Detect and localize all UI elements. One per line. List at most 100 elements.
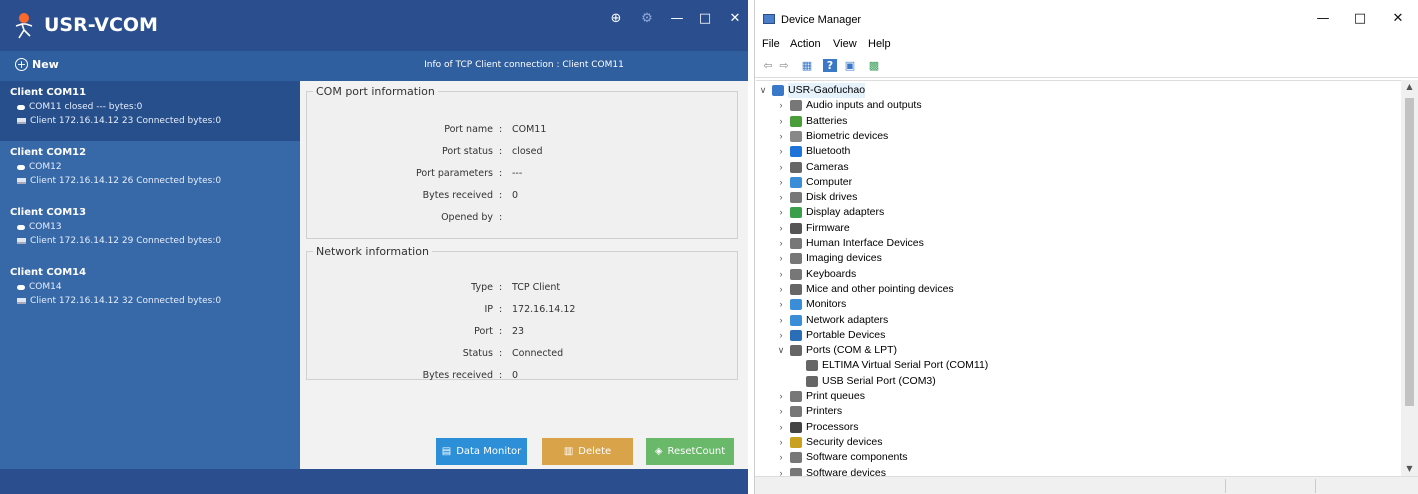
tree-node[interactable]: › Software components xyxy=(776,450,908,465)
reset-count-label: ResetCount xyxy=(667,446,726,457)
connection-port-line[interactable]: COM14 xyxy=(10,280,300,294)
tree-node-label: Imaging devices xyxy=(806,252,882,265)
dm-vertical-scrollbar[interactable]: ▲ ▼ xyxy=(1401,80,1418,476)
chevron-right-icon[interactable]: › xyxy=(776,236,786,251)
view-icon[interactable]: ▣ xyxy=(843,59,857,72)
scrollbar-thumb[interactable] xyxy=(1405,98,1414,406)
connection-net-line[interactable]: Client 172.16.14.12 29 Connected bytes:0 xyxy=(10,234,300,248)
menu-view[interactable]: View xyxy=(833,38,857,50)
chevron-right-icon[interactable]: › xyxy=(776,205,786,220)
tree-node[interactable]: › Portable Devices xyxy=(776,328,885,343)
connection-item-com14[interactable]: Client COM14 COM14 Client 172.16.14.12 3… xyxy=(0,261,300,321)
network-icon xyxy=(17,298,26,304)
connection-port-line[interactable]: COM12 xyxy=(10,160,300,174)
chevron-right-icon[interactable]: › xyxy=(776,175,786,190)
new-button[interactable]: + New xyxy=(15,58,59,71)
chevron-right-icon[interactable]: › xyxy=(776,297,786,312)
connection-port-line[interactable]: COM11 closed --- bytes:0 xyxy=(10,100,300,114)
tree-node[interactable]: › Human Interface Devices xyxy=(776,236,924,251)
tree-node[interactable]: › Disk drives xyxy=(776,190,857,205)
scan-hardware-icon[interactable]: ▩ xyxy=(867,59,881,72)
close-button[interactable]: ✕ xyxy=(722,8,748,30)
network-icon xyxy=(17,118,26,124)
tree-child-node[interactable]: ELTIMA Virtual Serial Port (COM11) xyxy=(806,358,988,373)
dm-minimize-button[interactable]: — xyxy=(1308,8,1338,30)
tree-node[interactable]: › Bluetooth xyxy=(776,144,850,159)
chevron-right-icon[interactable]: › xyxy=(776,98,786,113)
dm-maximize-button[interactable]: □ xyxy=(1345,8,1375,30)
camera-icon xyxy=(790,161,802,173)
scroll-up-icon[interactable]: ▲ xyxy=(1401,80,1418,94)
connection-net-line[interactable]: Client 172.16.14.12 23 Connected bytes:0 xyxy=(10,114,300,128)
menu-file[interactable]: File xyxy=(762,38,780,50)
tree-node[interactable]: › Software devices xyxy=(776,466,886,477)
chevron-right-icon[interactable]: › xyxy=(776,328,786,343)
tree-node-label: Display adapters xyxy=(806,206,885,219)
tree-node[interactable]: › Security devices xyxy=(776,435,882,450)
chevron-right-icon[interactable]: › xyxy=(776,404,786,419)
forward-arrow-icon[interactable]: ⇨ xyxy=(777,59,791,72)
tree-node[interactable]: › Mice and other pointing devices xyxy=(776,282,954,297)
tree-node[interactable]: › Display adapters xyxy=(776,205,884,220)
vcom-title-bar: USR-VCOM ⊕ ⚙ — □ ✕ xyxy=(0,0,748,51)
chevron-right-icon[interactable]: › xyxy=(776,435,786,450)
chevron-right-icon[interactable]: › xyxy=(776,221,786,236)
tree-node-label: Human Interface Devices xyxy=(806,237,924,249)
tree-node[interactable]: › Audio inputs and outputs xyxy=(776,98,922,113)
chevron-right-icon[interactable]: › xyxy=(776,282,786,297)
delete-button[interactable]: ▥ Delete xyxy=(542,438,633,465)
chevron-down-icon[interactable]: ∨ xyxy=(776,343,786,358)
info-key: Port name xyxy=(444,124,493,135)
tree-node[interactable]: › Processors xyxy=(776,420,859,435)
tree-node[interactable]: › Computer xyxy=(776,175,852,190)
reset-count-button[interactable]: ◈ ResetCount xyxy=(646,438,734,465)
chevron-right-icon[interactable]: › xyxy=(776,114,786,129)
back-arrow-icon[interactable]: ⇦ xyxy=(761,59,775,72)
tree-node[interactable]: › Firmware xyxy=(776,221,850,236)
tree-node[interactable]: › Monitors xyxy=(776,297,846,312)
scroll-down-icon[interactable]: ▼ xyxy=(1401,462,1418,476)
connection-item-com11[interactable]: Client COM11 COM11 closed --- bytes:0 Cl… xyxy=(0,81,300,141)
connection-item-com12[interactable]: Client COM12 COM12 Client 172.16.14.12 2… xyxy=(0,141,300,201)
dm-close-button[interactable]: ✕ xyxy=(1383,8,1413,30)
tree-node[interactable]: › Printers xyxy=(776,404,842,419)
tree-node[interactable]: › Biometric devices xyxy=(776,129,888,144)
globe-icon[interactable]: ⊕ xyxy=(603,8,629,30)
chevron-right-icon[interactable]: › xyxy=(776,160,786,175)
tree-node[interactable]: ∨ Ports (COM & LPT) xyxy=(776,343,897,358)
menu-action[interactable]: Action xyxy=(790,38,821,50)
chevron-down-icon[interactable]: ∨ xyxy=(758,83,768,98)
tree-root[interactable]: ∨ USR-Gaofuchao xyxy=(758,83,866,98)
chevron-right-icon[interactable]: › xyxy=(776,267,786,282)
chevron-right-icon[interactable]: › xyxy=(776,389,786,404)
chevron-right-icon[interactable]: › xyxy=(776,466,786,477)
tree-child-node[interactable]: USB Serial Port (COM3) xyxy=(806,374,936,389)
minimize-button[interactable]: — xyxy=(664,8,690,30)
data-monitor-button[interactable]: ▤ Data Monitor xyxy=(436,438,527,465)
menu-help[interactable]: Help xyxy=(868,38,891,50)
connection-port-line[interactable]: COM13 xyxy=(10,220,300,234)
tree-node[interactable]: › Print queues xyxy=(776,389,865,404)
info-key: Opened by xyxy=(441,212,493,223)
chevron-right-icon[interactable]: › xyxy=(776,450,786,465)
tree-node[interactable]: › Batteries xyxy=(776,114,847,129)
tree-node[interactable]: › Keyboards xyxy=(776,267,856,282)
connection-item-com13[interactable]: Client COM13 COM13 Client 172.16.14.12 2… xyxy=(0,201,300,261)
connection-net-line[interactable]: Client 172.16.14.12 32 Connected bytes:0 xyxy=(10,294,300,308)
properties-icon[interactable]: ▦ xyxy=(800,59,814,72)
help-icon[interactable]: ? xyxy=(823,59,837,72)
settings-icon[interactable]: ⚙ xyxy=(634,8,660,30)
chevron-right-icon[interactable]: › xyxy=(776,129,786,144)
connection-details-panel: COM port information Port name: COM11 Por… xyxy=(300,81,748,469)
maximize-button[interactable]: □ xyxy=(692,8,718,30)
connection-net-line[interactable]: Client 172.16.14.12 26 Connected bytes:0 xyxy=(10,174,300,188)
tree-node-label: Ports (COM & LPT) xyxy=(806,344,898,357)
chevron-right-icon[interactable]: › xyxy=(776,313,786,328)
tree-node[interactable]: › Network adapters xyxy=(776,313,888,328)
chevron-right-icon[interactable]: › xyxy=(776,144,786,159)
chevron-right-icon[interactable]: › xyxy=(776,190,786,205)
tree-node[interactable]: › Cameras xyxy=(776,160,849,175)
tree-node[interactable]: › Imaging devices xyxy=(776,251,882,266)
chevron-right-icon[interactable]: › xyxy=(776,251,786,266)
chevron-right-icon[interactable]: › xyxy=(776,420,786,435)
